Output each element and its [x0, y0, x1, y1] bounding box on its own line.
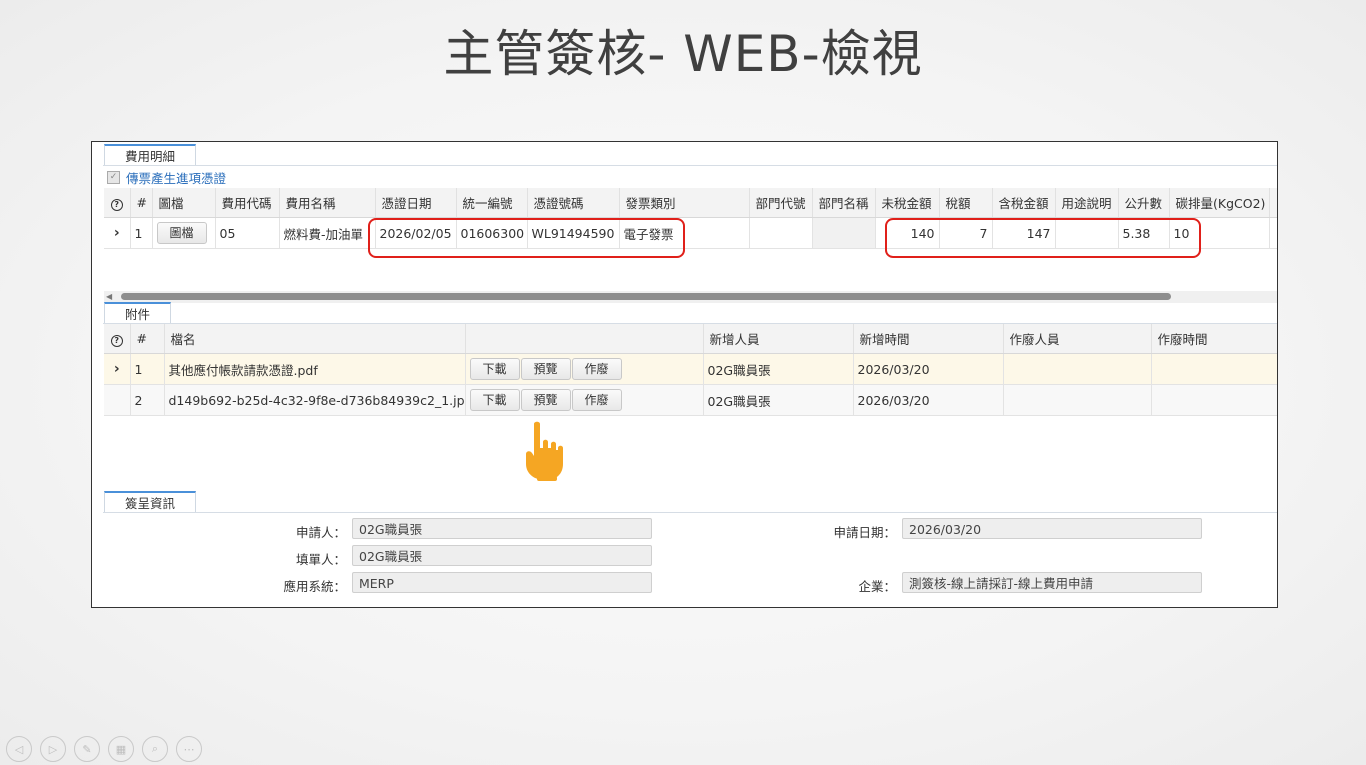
- attachment-row[interactable]: › 1 其他應付帳款請款憑證.pdf 下載 預覽 作廢 02G職員張 2026/03…: [104, 353, 1277, 385]
- attachment-voider: [1003, 353, 1152, 385]
- pointing-hand-icon: [526, 421, 563, 481]
- tab-divider: [103, 512, 1277, 513]
- help-icon[interactable]: ?: [104, 324, 131, 354]
- tab-sign-info[interactable]: 簽呈資訊: [104, 491, 197, 513]
- attachment-filename: 其他應付帳款請款憑證.pdf: [164, 353, 466, 385]
- col-header: 憑證日期: [375, 188, 457, 218]
- preview-button[interactable]: 預覽: [520, 358, 571, 380]
- col-header: 碳排量(KgCO2): [1169, 188, 1270, 218]
- col-header: #: [130, 188, 153, 218]
- dept-code: [749, 217, 813, 249]
- row-spacer: [1269, 217, 1277, 249]
- col-header: 新增人員: [703, 324, 854, 354]
- attachments-header-row: ? # 檔名 新增人員 新增時間 作廢人員 作廢時間: [104, 324, 1277, 354]
- attachment-creator: 02G職員張: [703, 384, 854, 416]
- col-header: 作廢時間: [1151, 324, 1277, 354]
- image-button[interactable]: 圖檔: [156, 222, 207, 244]
- voucher-checkbox[interactable]: ✓: [107, 170, 120, 184]
- row-pointer-cell: [104, 384, 131, 416]
- download-button[interactable]: 下載: [469, 389, 520, 411]
- expense-header-row: ? # 圖檔 費用代碼 費用名稱 憑證日期 統一編號 憑證號碼 發票類別 部門代…: [104, 188, 1277, 218]
- attachment-created-time: 2026/03/20: [853, 384, 1004, 416]
- slides-icon[interactable]: ▦: [108, 736, 134, 762]
- col-header: 費用代碼: [215, 188, 280, 218]
- filler-label: 填單人：: [295, 552, 346, 567]
- preview-button[interactable]: 預覽: [520, 389, 571, 411]
- col-header: 含稅金額: [992, 188, 1056, 218]
- col-header: 用途說明: [1055, 188, 1119, 218]
- col-header: 部門名稱: [812, 188, 876, 218]
- expense-name: 燃料費-加油單: [279, 217, 376, 249]
- row-number: 1: [130, 217, 153, 249]
- col-header: 部門代號: [749, 188, 813, 218]
- scroll-left-icon[interactable]: ◀: [106, 292, 112, 301]
- zoom-icon[interactable]: ⌕: [142, 736, 168, 762]
- col-header: 檔名: [164, 324, 466, 354]
- col-header: 新增時間: [853, 324, 1004, 354]
- more-icon[interactable]: ⋯: [176, 736, 202, 762]
- slide-title: 主管簽核- WEB-檢視: [443, 25, 923, 83]
- void-button[interactable]: 作廢: [571, 389, 622, 411]
- tab-divider: [103, 165, 1277, 166]
- row-number: 2: [130, 384, 165, 416]
- col-header: 憑證號碼: [527, 188, 620, 218]
- row-number: 1: [130, 353, 165, 385]
- voucher-checkbox-label: 傳票產生進項憑證: [126, 170, 227, 186]
- slideshow-toolbar: ◁ ▷ ✎ ▦ ⌕ ⋯: [6, 736, 202, 762]
- applicant-field: 02G職員張: [352, 518, 652, 539]
- attachment-voider: [1003, 384, 1152, 416]
- col-header: 未稅金額: [875, 188, 940, 218]
- col-header: 公升數: [1118, 188, 1170, 218]
- dept-name: [812, 217, 876, 249]
- apply-date-label: 申請日期：: [833, 525, 896, 540]
- attachment-voided-time: [1151, 353, 1277, 385]
- col-header: 作廢人員: [1003, 324, 1152, 354]
- attachments-table: ? # 檔名 新增人員 新增時間 作廢人員 作廢時間 › 1 其他應付帳款請款憑…: [104, 324, 1277, 416]
- col-header: 統一編號: [456, 188, 528, 218]
- download-button[interactable]: 下載: [469, 358, 520, 380]
- filler-field: 02G職員張: [352, 545, 652, 566]
- enterprise-field: 測簽核-線上請採訂-線上費用申請: [902, 572, 1202, 593]
- col-header: 費用名稱: [279, 188, 376, 218]
- horizontal-scrollbar[interactable]: ◀: [104, 291, 1277, 303]
- amount-highlight: [885, 218, 1201, 258]
- expense-code: 05: [215, 217, 280, 249]
- tab-expense-details[interactable]: 費用明細: [104, 144, 197, 166]
- attachment-creator: 02G職員張: [703, 353, 854, 385]
- attachment-created-time: 2026/03/20: [853, 353, 1004, 385]
- enterprise-label: 企業：: [858, 579, 896, 594]
- void-button[interactable]: 作廢: [571, 358, 622, 380]
- system-field: MERP: [352, 572, 652, 593]
- attachment-filename: d149b692-b25d-4c32-9f8e-d736b84939c2_1.j…: [164, 384, 466, 416]
- col-header-spacer: [1269, 188, 1277, 218]
- attachment-row[interactable]: 2 d149b692-b25d-4c32-9f8e-d736b84939c2_1…: [104, 384, 1277, 416]
- applicant-label: 申請人：: [295, 525, 346, 540]
- tab-attachments[interactable]: 附件: [104, 302, 172, 324]
- date-invoice-highlight: [368, 218, 685, 258]
- col-header: 稅額: [939, 188, 993, 218]
- previous-icon[interactable]: ◁: [6, 736, 32, 762]
- attachment-voided-time: [1151, 384, 1277, 416]
- scrollbar-thumb[interactable]: [121, 293, 1171, 300]
- system-label: 應用系統：: [283, 579, 346, 594]
- row-pointer-icon: ›: [104, 217, 131, 249]
- help-icon[interactable]: ?: [104, 188, 131, 218]
- col-header: [465, 324, 704, 354]
- voucher-checkbox-row: ✓ 傳票產生進項憑證: [107, 168, 226, 186]
- row-pointer-icon: ›: [104, 353, 131, 385]
- apply-date-field: 2026/03/20: [902, 518, 1202, 539]
- col-header: 圖檔: [152, 188, 216, 218]
- pen-icon[interactable]: ✎: [74, 736, 100, 762]
- col-header: 發票類別: [619, 188, 750, 218]
- col-header: #: [130, 324, 165, 354]
- next-icon[interactable]: ▷: [40, 736, 66, 762]
- web-view-panel: 費用明細 ✓ 傳票產生進項憑證 ? # 圖檔 費用代碼 費用名稱 憑證日期 統一…: [91, 141, 1278, 608]
